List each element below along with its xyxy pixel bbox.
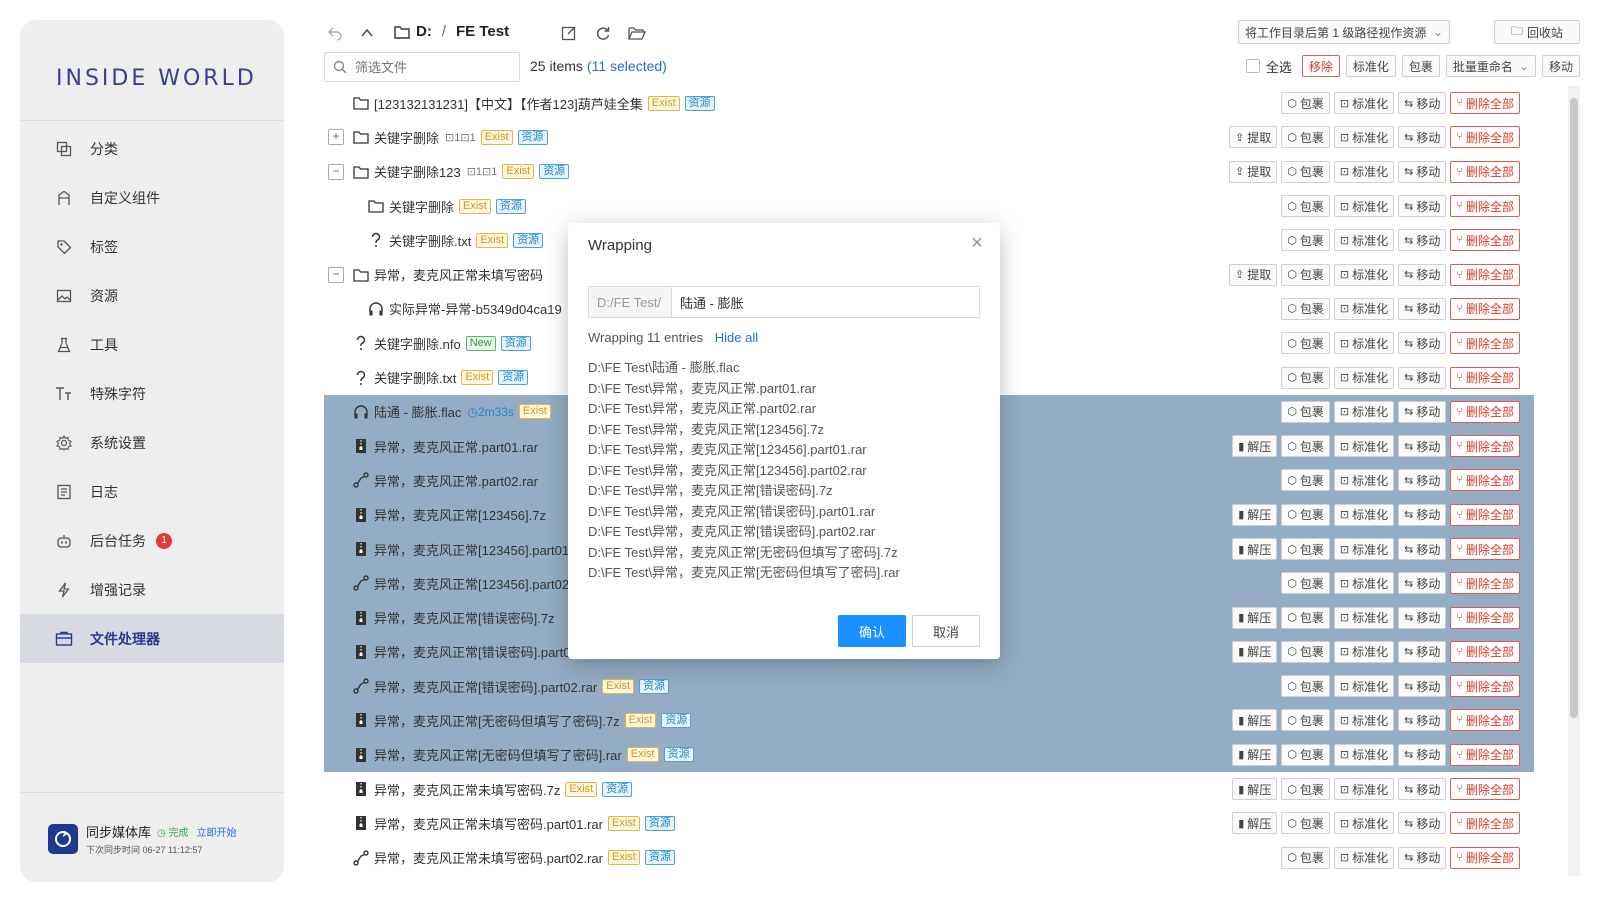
- wrap-entry: D:\FE Test\异常，麦克风正常[无密码但填写了密码].rar: [588, 565, 900, 580]
- wrap-entry: D:\FE Test\陆通 - 膨胀.flac: [588, 360, 740, 375]
- dialog-buttons: 确认 取消: [838, 615, 980, 647]
- path-prefix: D:/FE Test/: [589, 287, 672, 317]
- confirm-button[interactable]: 确认: [838, 615, 906, 647]
- wrap-entry: D:\FE Test\异常，麦克风正常.part01.rar: [588, 380, 817, 396]
- cancel-button[interactable]: 取消: [912, 615, 980, 647]
- close-icon[interactable]: ✕: [968, 235, 986, 253]
- wrap-entries-list: D:\FE Test\陆通 - 膨胀.flac D:\FE Test\异常，麦克风…: [588, 358, 900, 584]
- wrap-folder-input[interactable]: [672, 287, 979, 317]
- wrap-entry: D:\FE Test\异常，麦克风正常[123456].7z: [588, 421, 824, 437]
- wrap-summary: Wrapping 11 entries Hide all: [588, 330, 758, 345]
- wrap-entry: D:\FE Test\异常，麦克风正常[无密码但填写了密码].7z: [588, 544, 898, 560]
- wrap-count: Wrapping 11 entries: [588, 330, 704, 345]
- wrap-entry: D:\FE Test\异常，麦克风正常[错误密码].part01.rar: [588, 503, 876, 519]
- wrap-entry: D:\FE Test\异常，麦克风正常[错误密码].7z: [588, 483, 833, 498]
- wrapping-dialog: Wrapping ✕ D:/FE Test/ Wrapping 11 entri…: [568, 223, 1000, 659]
- hide-all-link[interactable]: Hide all: [715, 330, 758, 345]
- wrap-entry: D:\FE Test\异常，麦克风正常.part02.rar: [588, 401, 817, 416]
- wrap-entry: D:\FE Test\异常，麦克风正常[123456].part02.rar: [588, 462, 867, 478]
- wrap-entry: D:\FE Test\异常，麦克风正常[123456].part01.rar: [588, 442, 867, 457]
- wrap-entry: D:\FE Test\异常，麦克风正常[错误密码].part02.rar: [588, 524, 876, 539]
- dialog-title: Wrapping: [588, 237, 652, 254]
- wrap-path-field: D:/FE Test/: [588, 286, 980, 318]
